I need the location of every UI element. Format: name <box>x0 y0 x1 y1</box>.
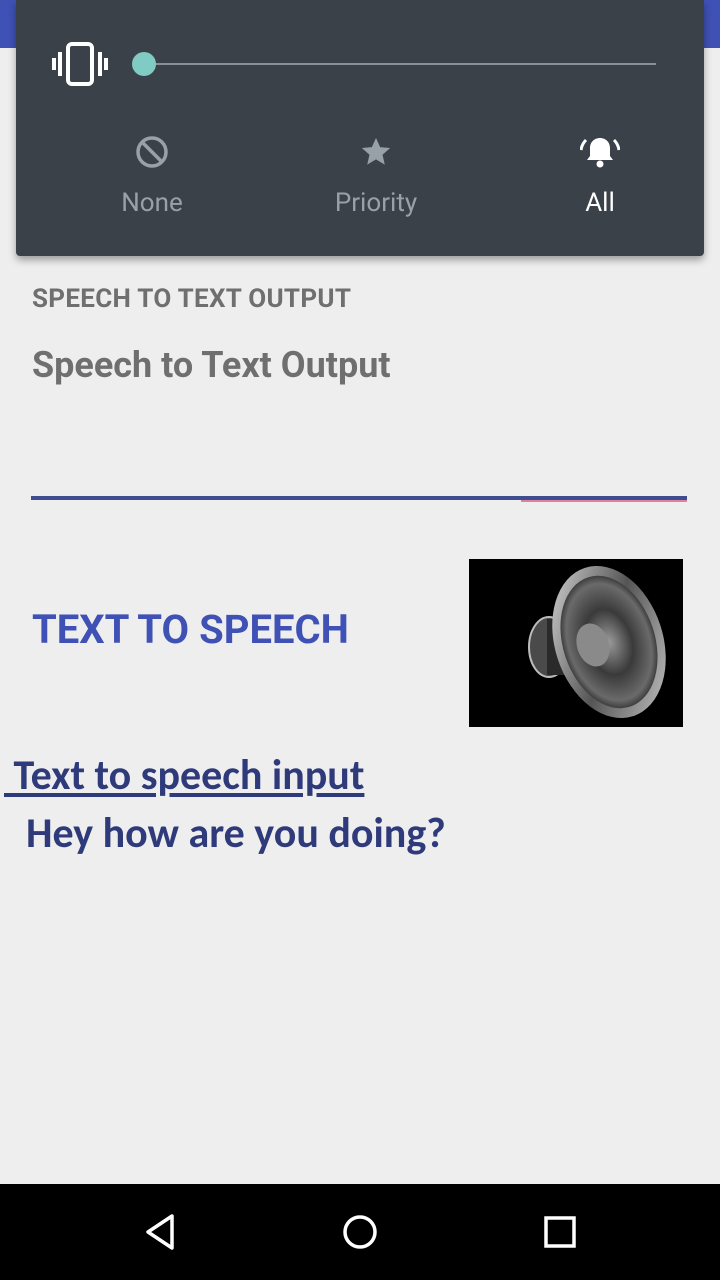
mode-all-button[interactable]: All <box>510 132 690 218</box>
back-icon[interactable] <box>136 1208 184 1256</box>
text-to-speech-input-label: Text to speech input <box>4 750 365 801</box>
mode-all-label: All <box>585 188 615 218</box>
mode-priority-label: Priority <box>334 188 418 218</box>
star-icon <box>286 132 466 172</box>
mode-priority-button[interactable]: Priority <box>286 132 466 218</box>
navigation-bar <box>0 1184 720 1280</box>
output-field-underline <box>31 496 687 502</box>
mode-none-label: None <box>121 188 183 218</box>
volume-panel: None Priority All <box>16 0 704 256</box>
bell-ringing-icon <box>510 132 690 172</box>
speaker-icon[interactable] <box>469 559 683 727</box>
recents-icon[interactable] <box>536 1208 584 1256</box>
home-icon[interactable] <box>336 1208 384 1256</box>
volume-slider-thumb[interactable] <box>132 52 156 76</box>
speech-to-text-section-label: SPEECH TO TEXT OUTPUT <box>32 284 352 314</box>
do-not-disturb-icon <box>62 132 242 172</box>
text-to-speech-input[interactable]: Hey how are you doing? <box>26 808 446 859</box>
text-to-speech-button[interactable]: TEXT TO SPEECH <box>32 606 349 653</box>
speech-to-text-output[interactable]: Speech to Text Output <box>32 344 391 386</box>
mode-none-button[interactable]: None <box>62 132 242 218</box>
volume-slider-track[interactable] <box>144 63 656 65</box>
vibrate-icon[interactable] <box>52 42 108 86</box>
